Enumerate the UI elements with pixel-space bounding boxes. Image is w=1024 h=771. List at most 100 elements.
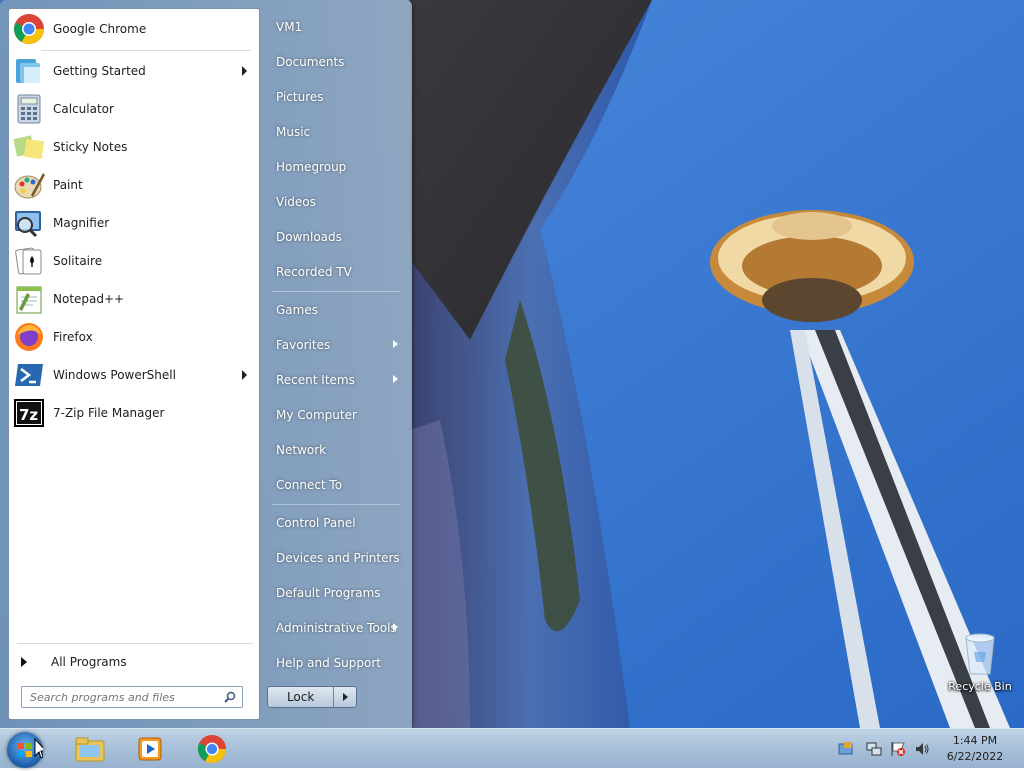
paint-icon (13, 169, 45, 201)
place-label: Pictures (276, 90, 324, 104)
program-item-solitaire[interactable]: Solitaire (11, 243, 257, 279)
action-center-icon[interactable] (838, 741, 854, 757)
lock-button[interactable]: Lock (268, 690, 333, 704)
program-item-sticky-notes[interactable]: Sticky Notes (11, 129, 257, 165)
chrome-icon (197, 734, 227, 764)
start-button[interactable] (7, 732, 48, 768)
all-programs-button[interactable]: All Programs (17, 650, 253, 674)
taskbar-media-player-button[interactable] (122, 731, 178, 767)
program-label: Calculator (53, 102, 114, 116)
taskbar: 1:44 PM 6/22/2022 (0, 728, 1024, 768)
submenu-arrow-icon (242, 66, 247, 76)
place-item-my-computer[interactable]: My Computer (266, 400, 406, 430)
place-item-control-panel[interactable]: Control Panel (266, 508, 406, 538)
taskbar-chrome-button[interactable] (184, 731, 240, 767)
all-programs-label: All Programs (51, 655, 127, 669)
network-icon[interactable] (866, 741, 882, 757)
place-label: Default Programs (276, 586, 381, 600)
place-label: Network (276, 443, 327, 457)
windows-logo-icon (18, 737, 48, 759)
program-item-calculator[interactable]: Calculator (11, 91, 257, 127)
program-item-getting-started[interactable]: Getting Started (11, 53, 257, 89)
program-label: Google Chrome (53, 22, 147, 36)
7zip-icon: 7z (13, 397, 45, 429)
submenu-arrow-icon (242, 370, 247, 380)
program-label: Notepad++ (53, 292, 125, 306)
place-label: Recorded TV (276, 265, 352, 279)
place-item-devices-and-printers[interactable]: Devices and Printers (266, 543, 406, 573)
calculator-icon (13, 93, 45, 125)
flag-icon[interactable] (890, 741, 906, 757)
expand-arrow-icon (21, 657, 27, 667)
program-item-7zip-file-manager[interactable]: 7z 7-Zip File Manager (11, 395, 257, 431)
place-item-videos[interactable]: Videos (266, 187, 406, 217)
program-label: Magnifier (53, 216, 110, 230)
place-item-administrative-tools[interactable]: Administrative Tools (266, 613, 406, 643)
place-label: Downloads (276, 230, 342, 244)
place-item-vm1[interactable]: VM1 (266, 12, 406, 42)
separator (41, 50, 251, 51)
recycle-bin[interactable]: Recycle Bin (940, 630, 1020, 693)
submenu-arrow-icon (393, 623, 398, 631)
chevron-right-icon (342, 693, 348, 701)
search-input[interactable] (28, 689, 222, 705)
place-label: Favorites (276, 338, 331, 352)
powershell-icon (13, 359, 45, 391)
place-item-connect-to[interactable]: Connect To (266, 470, 406, 500)
place-label: Documents (276, 55, 345, 69)
sticky-notes-icon (13, 131, 45, 163)
firefox-icon (13, 321, 45, 353)
lock-button-group: Lock (267, 686, 357, 708)
volume-icon[interactable] (914, 741, 930, 757)
submenu-arrow-icon (393, 340, 398, 348)
program-label: Sticky Notes (53, 140, 128, 154)
place-item-recorded-tv[interactable]: Recorded TV (266, 257, 406, 287)
program-item-paint[interactable]: Paint (11, 167, 257, 203)
program-item-google-chrome[interactable]: Google Chrome (11, 11, 257, 47)
search-icon[interactable] (224, 691, 236, 703)
places-pane: VM1 Documents Pictures Music Homegroup V… (262, 8, 408, 720)
place-item-default-programs[interactable]: Default Programs (266, 578, 406, 608)
place-item-music[interactable]: Music (266, 117, 406, 147)
recycle-bin-label: Recycle Bin (948, 680, 1012, 693)
notepadpp-icon (13, 283, 45, 315)
chrome-icon (13, 13, 45, 45)
separator (272, 504, 400, 505)
place-label: Devices and Printers (276, 551, 400, 565)
program-item-firefox[interactable]: Firefox (11, 319, 257, 355)
place-item-recent-items[interactable]: Recent Items (266, 365, 406, 395)
place-item-favorites[interactable]: Favorites (266, 330, 406, 360)
programs-pane: Google Chrome Getting Started Calculator… (8, 8, 260, 720)
program-item-notepadpp[interactable]: Notepad++ (11, 281, 257, 317)
place-item-homegroup[interactable]: Homegroup (266, 152, 406, 182)
taskbar-clock[interactable]: 1:44 PM 6/22/2022 (936, 733, 1014, 765)
place-label: Connect To (276, 478, 343, 492)
place-item-pictures[interactable]: Pictures (266, 82, 406, 112)
place-item-network[interactable]: Network (266, 435, 406, 465)
program-item-magnifier[interactable]: Magnifier (11, 205, 257, 241)
power-options-button[interactable] (333, 687, 356, 707)
place-label: Recent Items (276, 373, 355, 387)
place-label: Games (276, 303, 318, 317)
place-label: Homegroup (276, 160, 347, 174)
place-label: Administrative Tools (276, 621, 397, 635)
taskbar-explorer-button[interactable] (62, 731, 118, 767)
place-item-documents[interactable]: Documents (266, 47, 406, 77)
place-item-help-and-support[interactable]: Help and Support (266, 648, 406, 678)
place-item-downloads[interactable]: Downloads (266, 222, 406, 252)
place-label: VM1 (276, 20, 303, 34)
recycle-bin-icon (962, 630, 998, 676)
place-label: Control Panel (276, 516, 356, 530)
place-label: Help and Support (276, 656, 381, 670)
solitaire-icon (13, 245, 45, 277)
separator (272, 291, 400, 292)
place-label: Videos (276, 195, 316, 209)
submenu-arrow-icon (393, 375, 398, 383)
getting-started-icon (13, 55, 45, 87)
program-item-windows-powershell[interactable]: Windows PowerShell (11, 357, 257, 393)
program-label: Firefox (53, 330, 93, 344)
media-player-icon (138, 737, 162, 761)
search-box[interactable] (21, 686, 243, 708)
place-label: Music (276, 125, 311, 139)
place-item-games[interactable]: Games (266, 295, 406, 325)
